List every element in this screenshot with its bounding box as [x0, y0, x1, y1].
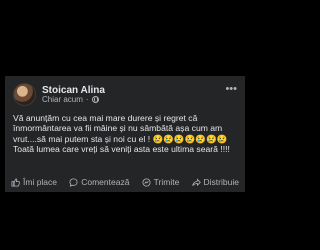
like-button[interactable]: Îmi place	[11, 177, 57, 187]
send-label: Trimite	[153, 177, 180, 187]
post-actions: Îmi place Comentează Trimite Distribuie	[5, 177, 245, 187]
share-button[interactable]: Distribuie	[191, 177, 239, 187]
like-icon	[11, 177, 20, 187]
post-text: Vă anunțăm cu cea mai mare durere și reg…	[13, 113, 230, 155]
globe-icon	[91, 96, 99, 104]
send-button[interactable]: Trimite	[142, 177, 180, 187]
time-separator: ·	[85, 94, 89, 104]
comment-icon	[69, 177, 78, 187]
comment-label: Comentează	[81, 177, 130, 187]
post-card: Stoican Alina Chiar acum · ••• Vă anunță…	[5, 76, 245, 192]
author-name[interactable]: Stoican Alina	[42, 85, 105, 96]
share-icon	[191, 177, 201, 186]
share-label: Distribuie	[203, 177, 239, 187]
send-icon	[142, 177, 151, 187]
post-timestamp-row: Chiar acum ·	[42, 94, 105, 105]
post-time[interactable]: Chiar acum	[42, 95, 83, 105]
comment-button[interactable]: Comentează	[69, 177, 129, 187]
post-header: Stoican Alina Chiar acum ·	[13, 83, 105, 106]
like-label: Îmi place	[23, 177, 58, 187]
post-meta: Stoican Alina Chiar acum ·	[42, 85, 105, 105]
avatar[interactable]	[13, 83, 36, 106]
more-options-icon[interactable]: •••	[225, 84, 237, 95]
